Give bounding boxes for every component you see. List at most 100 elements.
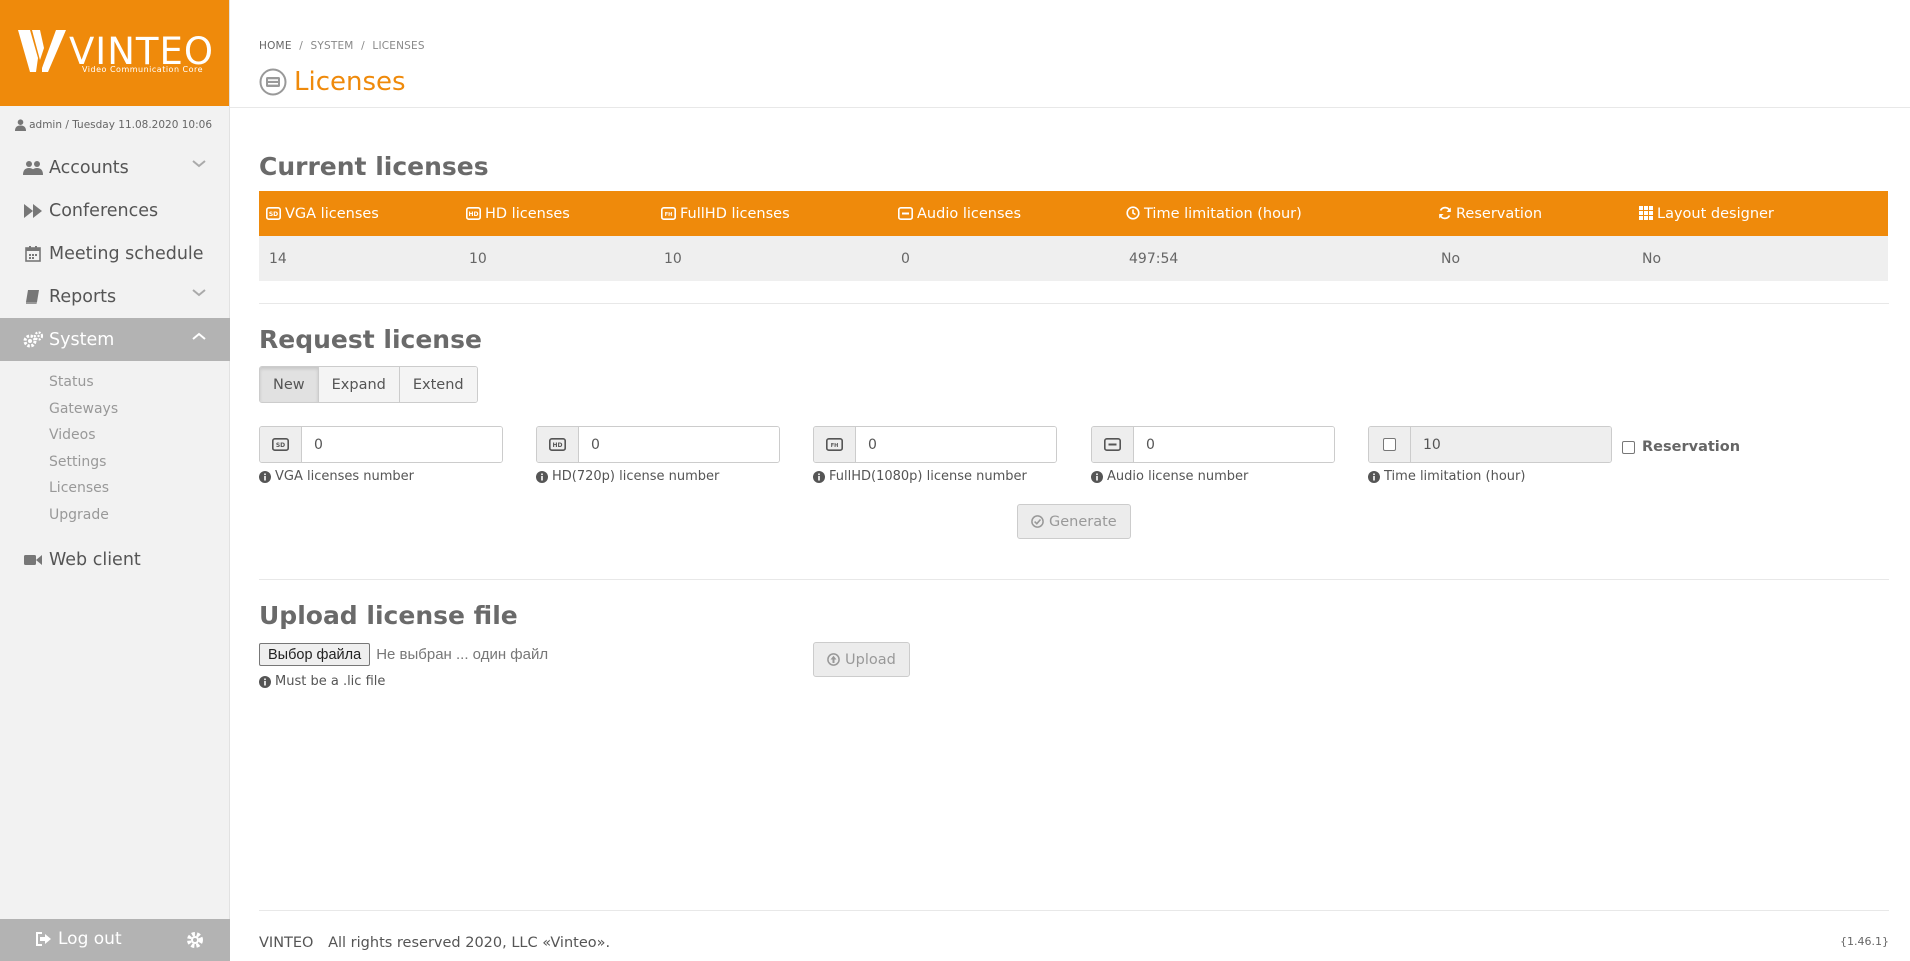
nav-label-web-client: Web client — [49, 549, 141, 570]
logo[interactable]: VINTEO Video Communication Core — [0, 0, 229, 106]
tab-new[interactable]: New — [260, 367, 319, 402]
subnav-item-status[interactable]: Status — [0, 369, 230, 396]
header-audio-label: Audio licenses — [917, 205, 1021, 222]
svg-text:HD: HD — [552, 442, 562, 449]
vga-field: SD VGA licenses number — [259, 426, 503, 484]
nav-item-accounts[interactable]: Accounts — [0, 146, 230, 189]
fullhd-licenses-input[interactable] — [856, 427, 1056, 462]
file-status: Не выбран ... один файл — [376, 646, 549, 663]
subnav-item-upgrade[interactable]: Upgrade — [0, 502, 230, 529]
hd-field: HD HD(720p) license number — [536, 426, 780, 484]
header-time-label: Time limitation (hour) — [1144, 205, 1302, 222]
info-circle-icon — [1368, 470, 1380, 483]
vga-help: VGA licenses number — [259, 469, 503, 484]
reservation-label: Reservation — [1642, 439, 1741, 455]
page-title-text: Licenses — [294, 67, 406, 97]
nav-item-system[interactable]: System — [0, 318, 230, 361]
header-audio: Audio licenses — [891, 191, 1119, 236]
generate-button[interactable]: Generate — [1017, 504, 1131, 539]
logout-button[interactable]: Log out — [36, 929, 122, 949]
value-audio: 0 — [891, 236, 1119, 281]
header-vga: SD VGA licenses — [259, 191, 459, 236]
time-field: Time limitation (hour) — [1368, 426, 1612, 484]
license-circle-icon — [259, 68, 287, 96]
hd-licenses-input[interactable] — [579, 427, 779, 462]
chevron-down-icon — [192, 160, 206, 168]
fullhd-input-group: FH — [813, 426, 1057, 463]
time-input-group — [1368, 426, 1612, 463]
footer-copyright: All rights reserved 2020, LLC «Vinteo». — [328, 935, 611, 951]
audio-licenses-input[interactable] — [1134, 427, 1334, 462]
upload-circle-icon — [827, 653, 840, 666]
nav-item-conferences[interactable]: Conferences — [0, 189, 230, 232]
subnav-item-licenses[interactable]: Licenses — [0, 475, 230, 502]
upload-help: Must be a .lic file — [259, 674, 385, 689]
footer-brand: VINTEO — [259, 935, 314, 951]
info-circle-icon — [813, 470, 825, 483]
refresh-icon — [1439, 206, 1451, 219]
calendar-icon — [23, 244, 43, 264]
gear-icon[interactable] — [186, 931, 204, 949]
time-limitation-input[interactable] — [1411, 427, 1611, 462]
header-layout-label: Layout designer — [1657, 205, 1774, 222]
nav-item-meeting-schedule[interactable]: Meeting schedule — [0, 232, 230, 275]
chevron-up-icon — [192, 332, 206, 340]
info-circle-icon — [536, 470, 548, 483]
time-help-text: Time limitation (hour) — [1384, 469, 1526, 484]
user-info-text: admin / Tuesday 11.08.2020 10:06 — [29, 119, 212, 131]
video-camera-icon — [23, 550, 43, 570]
sd-icon: SD — [260, 427, 302, 462]
header-vga-label: VGA licenses — [285, 205, 379, 222]
audio-help: Audio license number — [1091, 469, 1335, 484]
subnav-item-videos[interactable]: Videos — [0, 422, 230, 449]
breadcrumb-separator: / — [299, 40, 303, 52]
nav-item-reports[interactable]: Reports — [0, 275, 230, 318]
table-header-row: SD VGA licenses HD HD licenses FH FullHD li… — [259, 191, 1888, 236]
header-hd: HD HD licenses — [459, 191, 654, 236]
time-limit-checkbox[interactable] — [1383, 438, 1396, 451]
system-subnav: Status Gateways Videos Settings Licenses… — [0, 361, 230, 538]
subnav-item-settings[interactable]: Settings — [0, 449, 230, 476]
reservation-checkbox-label[interactable]: Reservation — [1622, 439, 1740, 455]
nav-item-web-client[interactable]: Web client — [0, 538, 230, 581]
reservation-checkbox[interactable] — [1622, 440, 1635, 454]
book-icon — [23, 287, 43, 307]
info-circle-icon — [259, 470, 271, 483]
audio-input-group — [1091, 426, 1335, 463]
value-reservation: No — [1431, 236, 1632, 281]
hd-icon: HD — [537, 427, 579, 462]
hd-input-group: HD — [536, 426, 780, 463]
sd-icon: SD — [266, 206, 281, 220]
breadcrumb-home[interactable]: HOME — [259, 40, 292, 52]
chevron-down-icon — [192, 289, 206, 297]
subnav-item-gateways[interactable]: Gateways — [0, 396, 230, 423]
nav-label-system: System — [49, 329, 115, 350]
svg-text:SD: SD — [276, 442, 285, 449]
nav-label-conferences: Conferences — [49, 200, 159, 221]
tab-expand[interactable]: Expand — [318, 367, 400, 402]
fullhd-icon: FH — [661, 206, 676, 220]
breadcrumb: HOME / SYSTEM / LICENSES — [259, 40, 425, 52]
upload-label: Upload — [845, 651, 896, 668]
section-divider — [259, 579, 1889, 580]
svg-text:HD: HD — [468, 211, 478, 218]
hd-icon: HD — [466, 206, 481, 220]
value-layout: No — [1632, 236, 1888, 281]
choose-file-button[interactable]: Выбор файла — [259, 643, 371, 666]
vga-licenses-input[interactable] — [302, 427, 502, 462]
header-layout: Layout designer — [1632, 191, 1888, 236]
header-time: Time limitation (hour) — [1119, 191, 1431, 236]
audio-icon — [1092, 427, 1134, 462]
generate-label: Generate — [1049, 513, 1117, 530]
file-input[interactable]: Выбор файла Не выбран ... один файл — [259, 643, 548, 666]
check-circle-icon — [1031, 515, 1044, 528]
upload-help-text: Must be a .lic file — [275, 674, 386, 689]
main-nav: Accounts Conferences Meeting schedule Re… — [0, 146, 230, 581]
nav-label-meeting-schedule: Meeting schedule — [49, 243, 204, 264]
upload-button[interactable]: Upload — [813, 642, 910, 677]
fullhd-help-text: FullHD(1080p) license number — [829, 469, 1027, 484]
tab-extend[interactable]: Extend — [399, 367, 477, 402]
header-reservation: Reservation — [1431, 191, 1632, 236]
breadcrumb-system[interactable]: SYSTEM — [311, 40, 354, 52]
upload-license-title: Upload license file — [259, 601, 518, 630]
